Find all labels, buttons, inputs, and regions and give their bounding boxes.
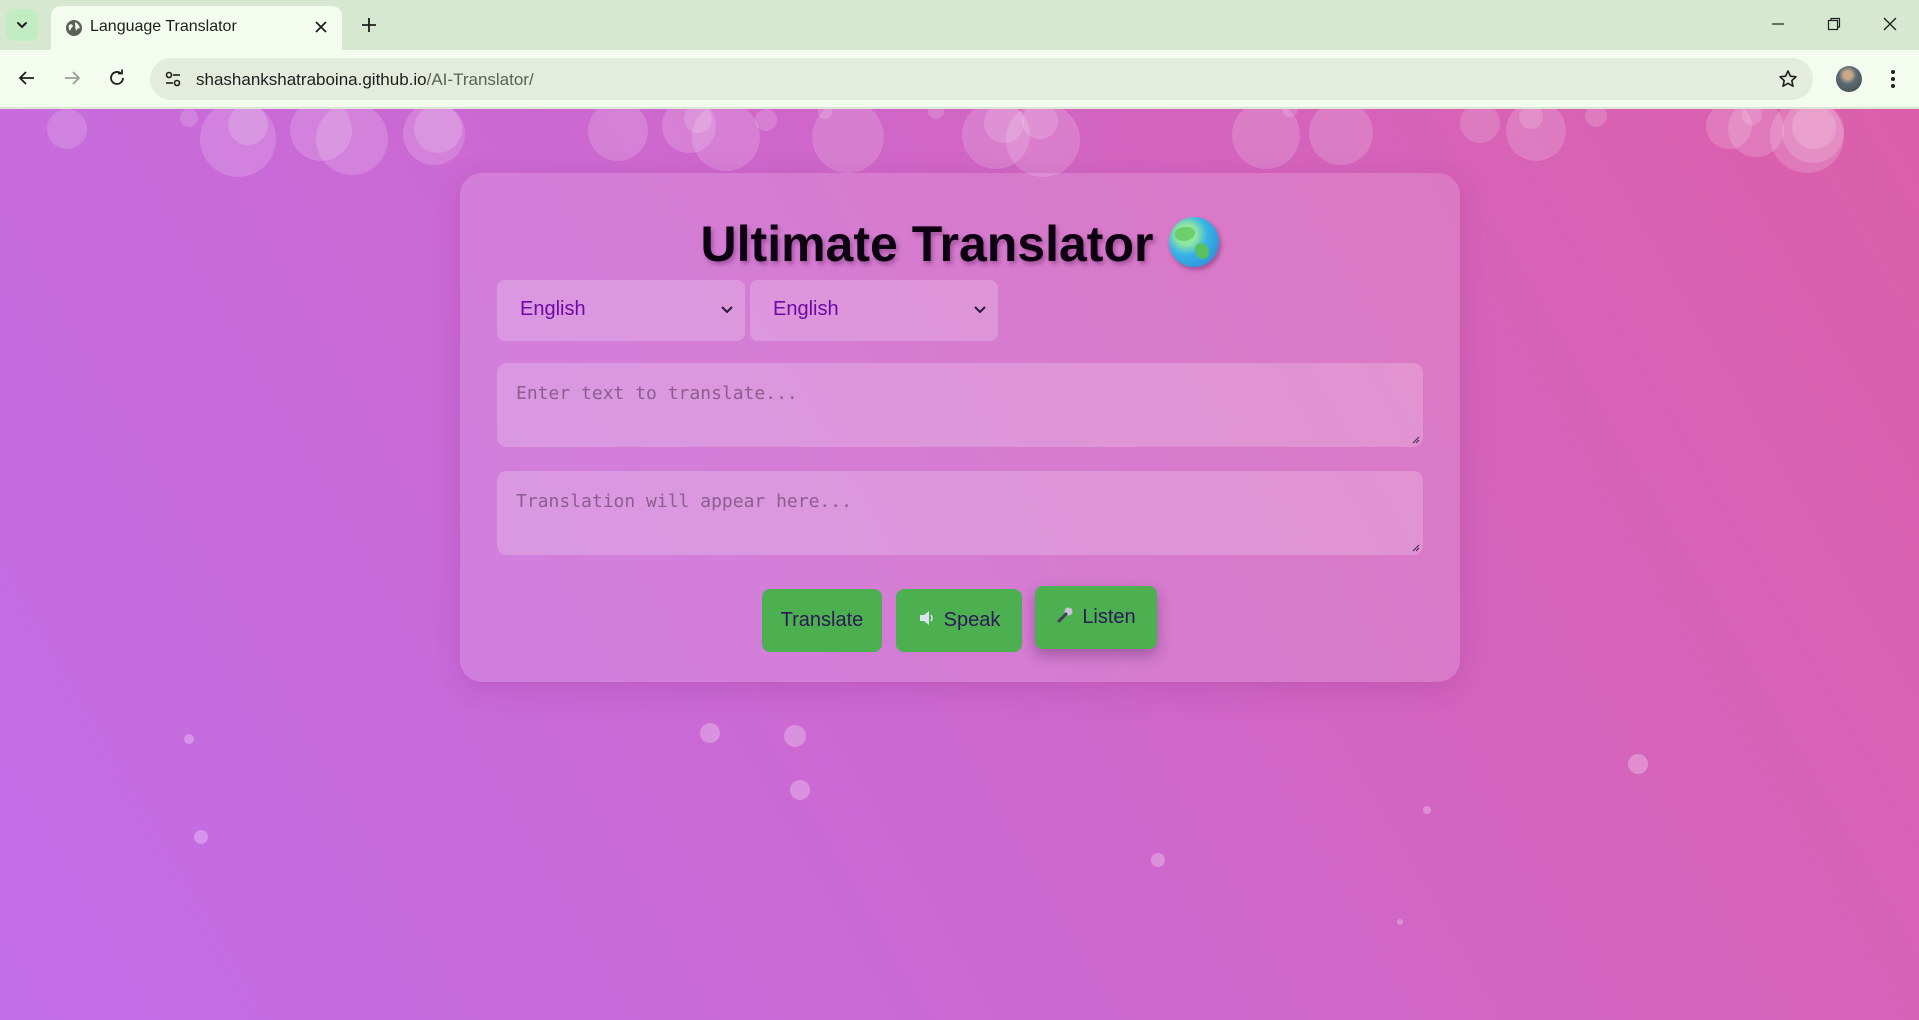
decorative-bubble (1232, 109, 1300, 169)
decorative-dot (1397, 919, 1403, 925)
decorative-dot (194, 830, 208, 844)
close-icon (1883, 17, 1897, 31)
tab-search-button[interactable] (6, 9, 38, 41)
speaker-icon (918, 610, 936, 631)
decorative-dot (700, 723, 720, 743)
decorative-bubble (755, 109, 777, 131)
browser-menu-button[interactable] (1878, 62, 1908, 96)
forward-arrow-icon (65, 71, 81, 85)
decorative-bubble (1585, 109, 1607, 127)
translator-card: Ultimate Translator English English Ente… (460, 173, 1460, 682)
source-language-value: English (520, 298, 586, 320)
globe-icon (1169, 217, 1220, 267)
new-tab-button[interactable] (353, 9, 385, 41)
decorative-bubble (928, 109, 944, 119)
decorative-dot (784, 725, 806, 747)
restore-icon (1827, 17, 1841, 31)
profile-avatar[interactable] (1836, 66, 1862, 92)
browser-toolbar: shashankshatraboina.github.io/AI-Transla… (0, 50, 1919, 108)
forward-button[interactable] (55, 61, 89, 95)
close-window-button[interactable] (1862, 0, 1918, 48)
decorative-dot (1423, 806, 1431, 814)
decorative-dot (1151, 853, 1165, 867)
back-arrow-icon (18, 71, 34, 85)
listen-button-label: Listen (1082, 606, 1136, 628)
target-language-value: English (773, 298, 839, 320)
bookmark-button[interactable] (1773, 64, 1803, 94)
minimize-icon (1772, 23, 1784, 25)
chevron-down-icon (972, 302, 988, 318)
close-icon[interactable] (308, 14, 334, 40)
chevron-down-icon (17, 22, 27, 29)
tune-icon (165, 71, 181, 87)
input-placeholder: Enter text to translate... (516, 383, 798, 404)
star-icon (1779, 70, 1797, 87)
tab-title: Language Translator (90, 18, 237, 35)
page-viewport: Ultimate Translator English English Ente… (0, 109, 1919, 1020)
url-path: /AI-Translator/ (426, 70, 534, 89)
url-host: shashankshatraboina.github.io (196, 70, 427, 89)
restore-button[interactable] (1806, 0, 1862, 48)
source-text-input[interactable]: Enter text to translate... (497, 363, 1423, 447)
address-bar[interactable]: shashankshatraboina.github.io/AI-Transla… (150, 58, 1813, 100)
decorative-bubble (316, 109, 388, 175)
speak-button-label: Speak (943, 609, 1001, 631)
active-tab[interactable]: Language Translator (51, 6, 342, 50)
microphone-icon (1056, 606, 1074, 629)
plus-icon (362, 18, 376, 32)
decorative-dot (1628, 754, 1648, 774)
resize-handle-icon[interactable] (1410, 434, 1420, 444)
browser-tab-strip: Language Translator (0, 0, 1919, 50)
reload-icon (110, 69, 124, 85)
page-title: Ultimate Translator (460, 215, 1460, 273)
decorative-bubble (180, 109, 198, 127)
target-language-select[interactable]: English (750, 280, 998, 341)
globe-icon (63, 17, 85, 39)
translate-button-label: Translate (780, 609, 864, 631)
decorative-bubble (1460, 109, 1500, 143)
translate-button[interactable]: Translate (762, 589, 882, 652)
output-placeholder: Translation will appear here... (516, 491, 852, 512)
decorative-bubble (692, 109, 760, 171)
url-text: shashankshatraboina.github.io/AI-Transla… (196, 70, 534, 90)
resize-handle-icon[interactable] (1410, 542, 1420, 552)
listen-button[interactable]: Listen (1035, 586, 1157, 649)
decorative-bubble (47, 109, 87, 149)
site-info-button[interactable] (158, 64, 188, 94)
decorative-bubble (588, 109, 648, 161)
decorative-dot (184, 734, 194, 744)
reload-button[interactable] (100, 61, 134, 95)
chevron-down-icon (719, 302, 735, 318)
decorative-bubble (1309, 109, 1373, 165)
speak-button[interactable]: Speak (896, 589, 1022, 652)
translation-output[interactable]: Translation will appear here... (497, 471, 1423, 555)
back-button[interactable] (10, 61, 44, 95)
kebab-icon (1891, 70, 1895, 88)
minimize-button[interactable] (1750, 0, 1806, 48)
decorative-dot (790, 780, 810, 800)
page-title-text: Ultimate Translator (700, 216, 1154, 272)
source-language-select[interactable]: English (497, 280, 745, 341)
